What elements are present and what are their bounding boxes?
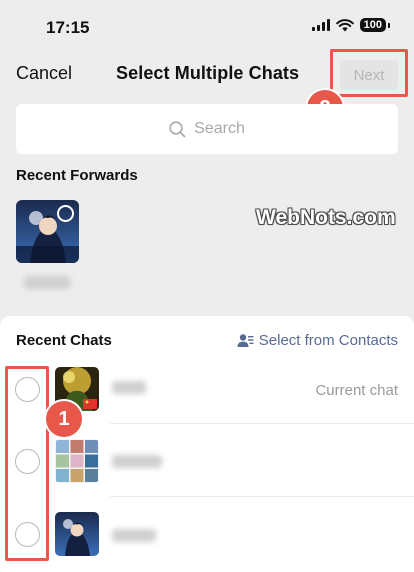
avatar-image bbox=[55, 439, 99, 483]
radio-highlight-box bbox=[5, 366, 49, 561]
wifi-icon bbox=[335, 18, 354, 31]
blurred-contact-name bbox=[112, 381, 146, 394]
annotation-badge-1: 1 bbox=[46, 401, 82, 437]
watermark: WebNots.com bbox=[256, 206, 396, 229]
cancel-button[interactable]: Cancel bbox=[16, 63, 72, 84]
page-title: Select Multiple Chats bbox=[116, 63, 300, 83]
select-from-contacts-label: Select from Contacts bbox=[258, 332, 398, 349]
status-time: 17:15 bbox=[46, 18, 90, 37]
recent-chats-card: Recent Chats Select from Contacts Curren… bbox=[0, 316, 414, 572]
battery-icon: 100 bbox=[359, 18, 391, 32]
chat-avatar bbox=[55, 439, 99, 483]
select-from-contacts-link[interactable]: Select from Contacts bbox=[237, 332, 398, 349]
contacts-icon bbox=[237, 334, 254, 347]
recent-forwards-heading: Recent Forwards bbox=[16, 167, 138, 184]
current-chat-label: Current chat bbox=[315, 382, 398, 399]
row-divider bbox=[110, 423, 414, 424]
next-highlight-box bbox=[330, 49, 408, 97]
blurred-contact-name bbox=[112, 529, 156, 542]
recent-forward-avatar[interactable] bbox=[16, 200, 79, 263]
blurred-contact-name bbox=[112, 455, 162, 468]
selection-ring-icon bbox=[57, 205, 74, 222]
search-icon bbox=[169, 120, 186, 137]
search-input[interactable]: Search bbox=[16, 104, 398, 154]
search-placeholder: Search bbox=[194, 120, 245, 137]
recent-chats-heading: Recent Chats bbox=[16, 332, 112, 349]
chat-row[interactable] bbox=[0, 497, 414, 567]
chat-avatar bbox=[55, 512, 99, 556]
signal-icon bbox=[311, 19, 330, 31]
blurred-contact-name bbox=[24, 276, 70, 289]
status-bar: 17:15 100 bbox=[0, 0, 414, 52]
avatar-image bbox=[55, 512, 99, 556]
status-icons: 100 bbox=[311, 18, 391, 32]
